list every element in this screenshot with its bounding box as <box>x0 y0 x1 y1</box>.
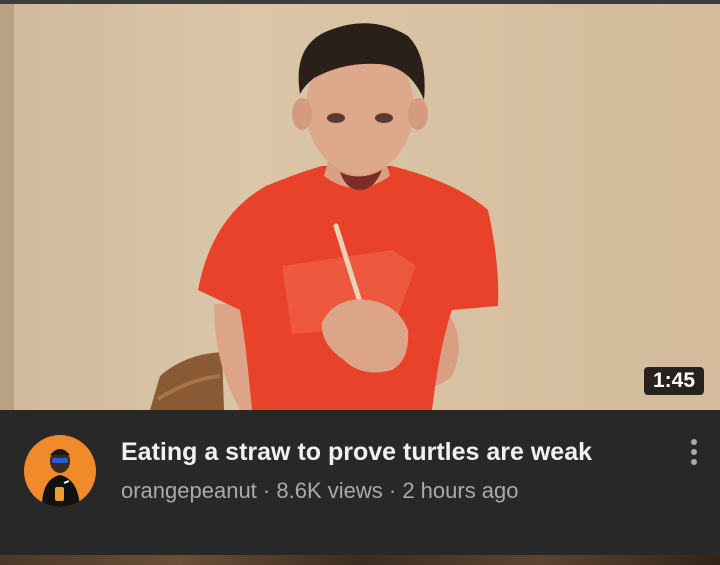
upload-age: 2 hours ago <box>402 478 519 503</box>
next-thumbnail-edge <box>0 555 720 565</box>
view-count: 8.6K views <box>276 478 383 503</box>
avatar-person-icon <box>42 449 80 507</box>
video-info: Eating a straw to prove turtles are weak… <box>0 410 720 555</box>
video-thumbnail[interactable]: 1:45 <box>0 4 720 410</box>
video-title[interactable]: Eating a straw to prove turtles are weak <box>121 436 641 468</box>
channel-avatar[interactable] <box>24 435 96 507</box>
video-duration-badge: 1:45 <box>643 367 704 395</box>
meta-separator: · <box>256 478 277 503</box>
video-metadata: orangepeanut · 8.6K views · 2 hours ago <box>121 476 519 506</box>
more-vert-icon[interactable] <box>680 436 708 470</box>
meta-separator: · <box>382 478 403 503</box>
thumbnail-image <box>0 4 720 410</box>
channel-name[interactable]: orangepeanut <box>121 478 257 503</box>
